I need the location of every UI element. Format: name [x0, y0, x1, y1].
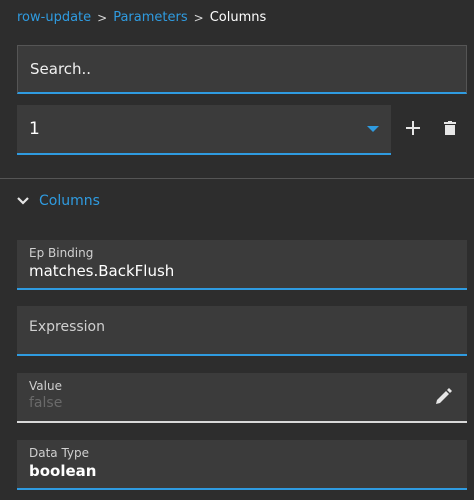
caret-down-icon: [367, 126, 379, 132]
breadcrumb-parameters[interactable]: Parameters: [113, 10, 187, 25]
section-label: Columns: [39, 193, 100, 209]
ep-binding-value: matches.BackFlush: [29, 262, 175, 280]
breadcrumb-row-update[interactable]: row-update: [17, 10, 91, 25]
value-field[interactable]: Value false: [17, 373, 467, 423]
breadcrumb: row-update > Parameters > Columns: [17, 10, 266, 25]
divider: [0, 178, 474, 179]
breadcrumb-separator: >: [193, 10, 204, 25]
expression-field[interactable]: Expression: [17, 306, 467, 356]
data-type-value: boolean: [29, 462, 97, 480]
columns-section-toggle[interactable]: Columns: [17, 193, 100, 209]
expression-label: Expression: [29, 319, 105, 335]
search-input[interactable]: [18, 46, 466, 92]
data-type-field[interactable]: Data Type boolean: [17, 440, 467, 490]
trash-icon: [444, 121, 456, 135]
chevron-down-icon: [17, 197, 29, 205]
breadcrumb-current: Columns: [209, 10, 267, 25]
delete-button[interactable]: [440, 117, 460, 139]
data-type-label: Data Type: [29, 446, 90, 460]
search-box: [17, 45, 467, 94]
value-value: false: [29, 395, 63, 411]
ep-binding-field[interactable]: Ep Binding matches.BackFlush: [17, 240, 467, 290]
plus-icon: [406, 121, 420, 135]
row-select[interactable]: 1: [17, 105, 391, 155]
value-label: Value: [29, 379, 62, 393]
ep-binding-label: Ep Binding: [29, 246, 94, 260]
breadcrumb-separator: >: [97, 10, 108, 25]
add-button[interactable]: [402, 116, 424, 140]
row-select-value: 1: [29, 119, 40, 139]
pencil-icon[interactable]: [433, 387, 453, 407]
